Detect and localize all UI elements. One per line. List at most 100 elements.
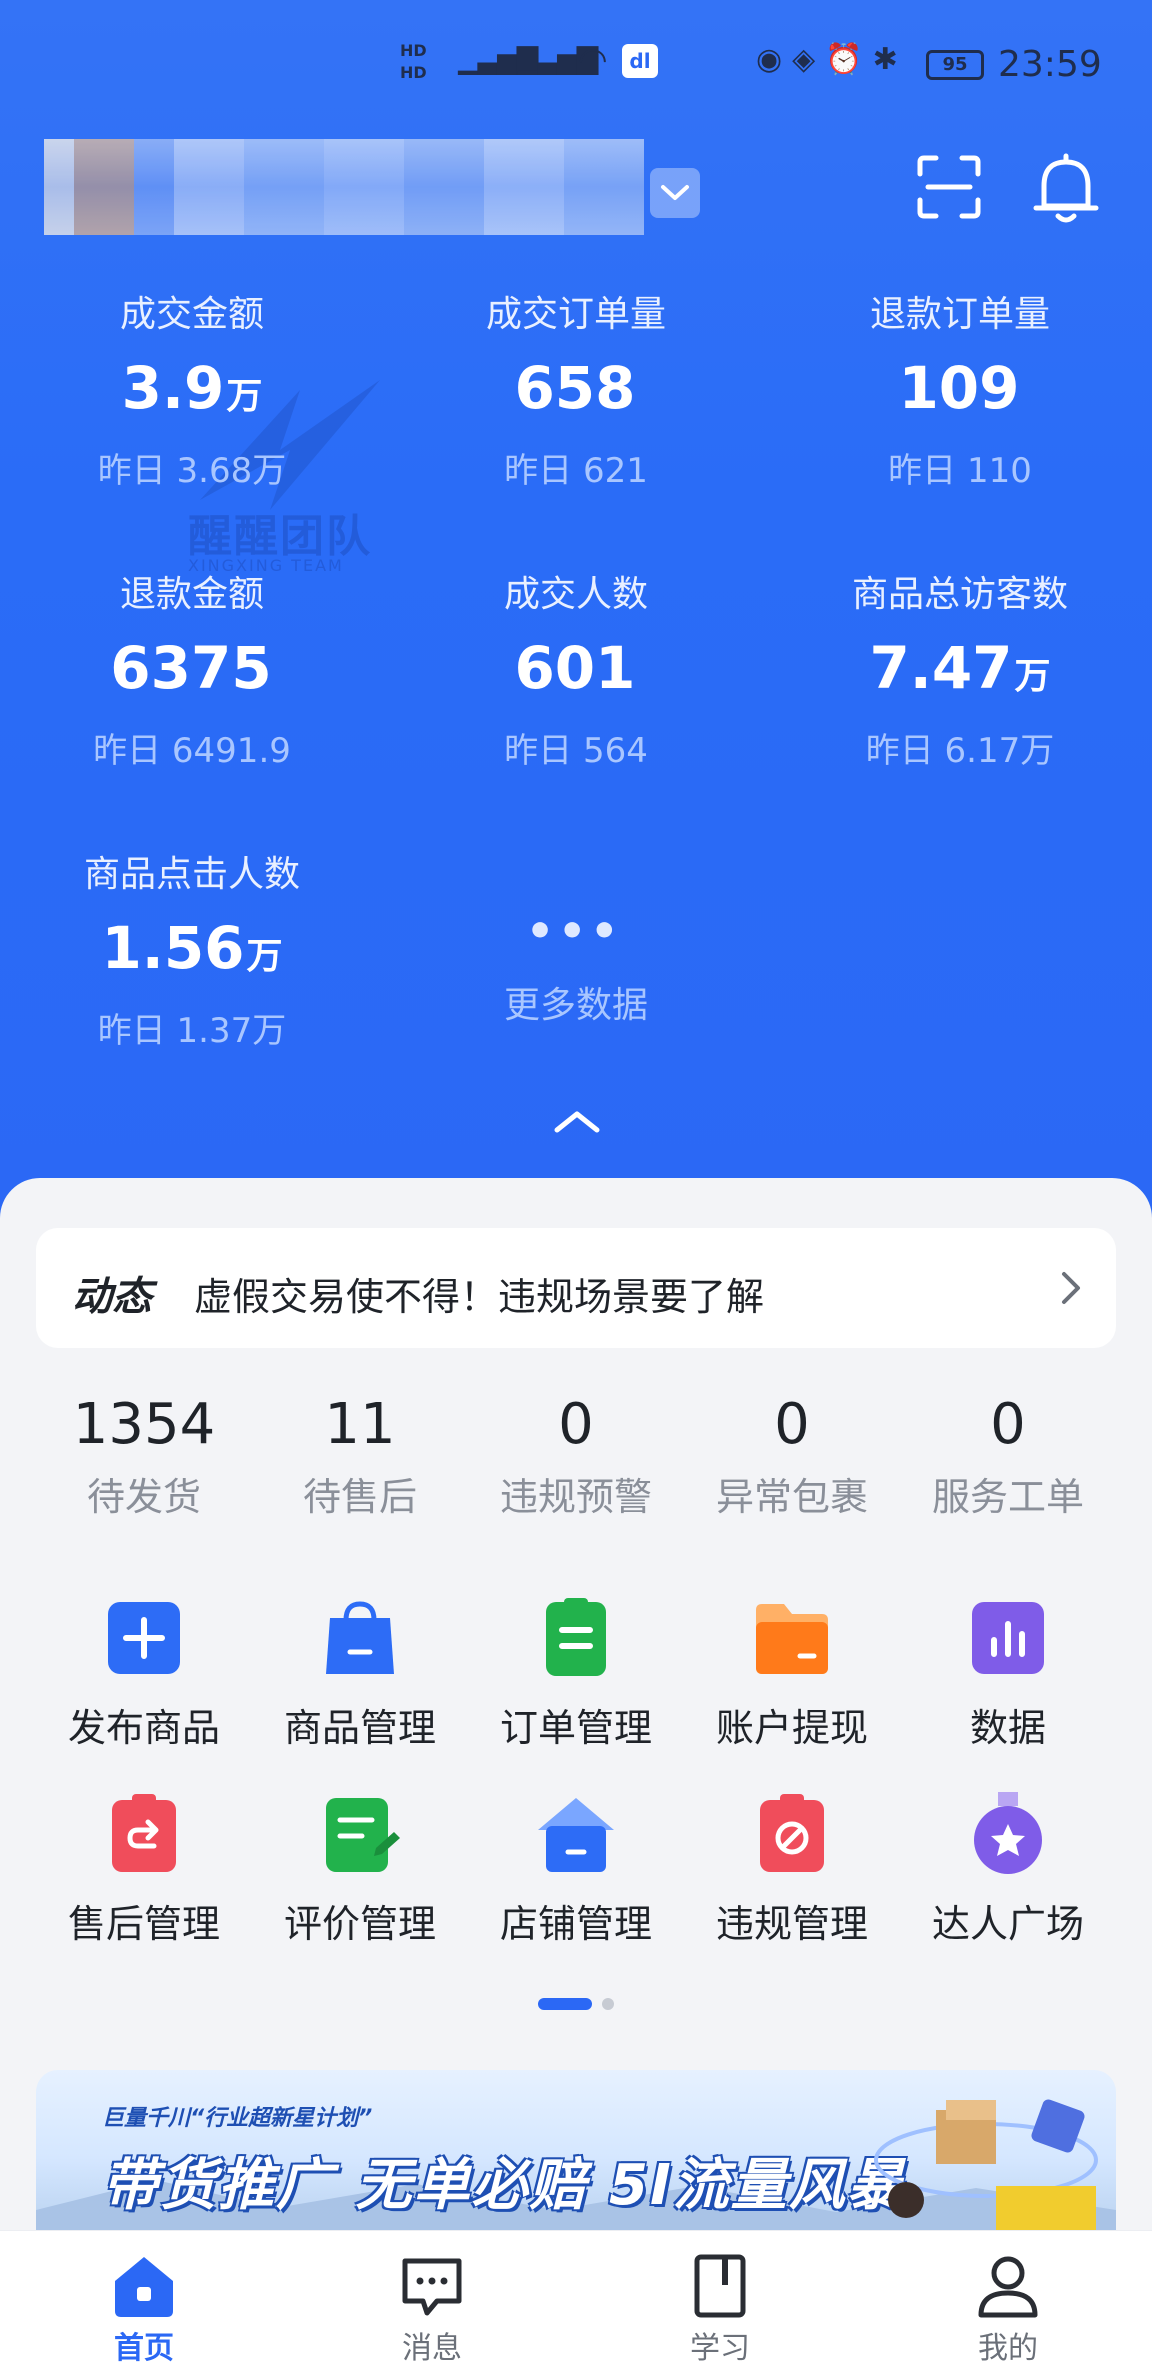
metric-label: 成交金额	[119, 294, 264, 335]
shortcut-product-management[interactable]: 商品管理	[252, 1596, 468, 1754]
clock: 23:59	[998, 44, 1102, 85]
counter-label: 异常包裹	[715, 1475, 868, 1519]
metric-orders[interactable]: 成交订单量 658 昨日 621	[384, 290, 768, 495]
counter-abnormal-package[interactable]: 0 异常包裹	[684, 1390, 900, 1522]
battery-icon: 95	[926, 50, 984, 80]
tab-label: 消息	[402, 2331, 462, 2366]
metric-yesterday: 昨日 6491.9	[93, 731, 291, 771]
news-banner[interactable]: 动态 虚假交易使不得！违规场景要了解	[36, 1228, 1116, 1348]
tab-learning[interactable]: 学习	[576, 2251, 864, 2369]
watermark-text: 醒醒团队	[188, 511, 372, 562]
counter-label: 违规预警	[499, 1475, 652, 1519]
counter-after-sales[interactable]: 11 待售后	[252, 1390, 468, 1522]
shop-name-blurred	[44, 139, 644, 235]
shortcut-violation-management[interactable]: 违规管理	[684, 1792, 900, 1950]
message-icon	[397, 2251, 467, 2321]
bell-icon[interactable]	[1030, 150, 1102, 226]
more-data-link[interactable]: 更多数据	[384, 976, 768, 1028]
page-dot	[602, 1998, 614, 2010]
metric-refund-orders[interactable]: 退款订单量 109 昨日 110	[768, 290, 1152, 495]
system-icons: ◉◈⏰✱	[756, 42, 908, 77]
counter-label: 待售后	[302, 1475, 417, 1519]
shortcut-data[interactable]: 数据	[900, 1596, 1116, 1754]
chevron-up-icon[interactable]	[552, 1106, 602, 1136]
scan-icon[interactable]	[914, 152, 984, 222]
metric-label: 退款订单量	[869, 294, 1050, 335]
counter-value: 0	[558, 1392, 594, 1457]
metric-clicks[interactable]: 商品点击人数 1.56万 昨日 1.37万	[0, 850, 384, 1055]
metric-yesterday: 昨日 110	[888, 451, 1032, 491]
shortcut-label: 数据	[969, 1706, 1046, 1750]
metric-value: 658	[514, 354, 636, 422]
plus-icon	[102, 1596, 186, 1680]
shortcut-review-management[interactable]: 评价管理	[252, 1792, 468, 1950]
tab-profile[interactable]: 我的	[864, 2251, 1152, 2369]
metric-label: 成交订单量	[485, 294, 666, 335]
banner-title: 带货推广 无单必赔 5I流量风暴	[102, 2153, 905, 2218]
metric-value: 6375	[110, 634, 272, 702]
counter-label: 待发货	[86, 1475, 201, 1519]
shortcut-label: 订单管理	[499, 1706, 652, 1750]
metric-label: 商品点击人数	[83, 854, 300, 895]
metric-value: 109	[898, 354, 1020, 422]
metric-yesterday: 昨日 564	[504, 731, 648, 771]
shortcut-order-management[interactable]: 订单管理	[468, 1596, 684, 1754]
shortcut-label: 发布商品	[67, 1706, 220, 1750]
news-tag: 动态	[72, 1274, 152, 1320]
counter-service-tickets[interactable]: 0 服务工单	[900, 1390, 1116, 1522]
chevron-down-icon[interactable]	[650, 168, 700, 218]
counter-violation-warning[interactable]: 0 违规预警	[468, 1390, 684, 1522]
bar-chart-icon	[966, 1596, 1050, 1680]
metric-label: 商品总访客数	[851, 574, 1068, 615]
promo-banner[interactable]: 巨量千川“行业超新星计划” 带货推广 无单必赔 5I流量风暴	[36, 2070, 1116, 2230]
shortcut-influencer-plaza[interactable]: 达人广场	[900, 1792, 1116, 1950]
news-text: 虚假交易使不得！违规场景要了解	[194, 1275, 765, 1319]
counter-value: 0	[774, 1392, 810, 1457]
counter-value: 11	[324, 1392, 396, 1457]
home-icon	[109, 2251, 179, 2321]
shortcut-label: 评价管理	[283, 1902, 436, 1946]
review-pen-icon	[318, 1792, 402, 1876]
metric-yesterday: 昨日 6.17万	[865, 731, 1055, 771]
metric-buyers[interactable]: 成交人数 601 昨日 564	[384, 570, 768, 775]
metric-gmv[interactable]: 成交金额 3.9万 昨日 3.68万	[0, 290, 384, 495]
metric-value: 3.9万	[121, 354, 263, 422]
metric-label: 退款金额	[119, 574, 264, 615]
shortcut-label: 店铺管理	[499, 1902, 652, 1946]
tab-home[interactable]: 首页	[0, 2251, 288, 2369]
return-clipboard-icon	[102, 1792, 186, 1876]
metric-value: 7.47万	[869, 634, 1051, 702]
shortcut-publish-product[interactable]: 发布商品	[36, 1596, 252, 1754]
shortcut-label: 售后管理	[67, 1902, 220, 1946]
book-icon	[685, 2251, 755, 2321]
shortcut-label: 达人广场	[931, 1902, 1084, 1946]
metric-refund-amount[interactable]: 退款金额 6375 昨日 6491.9	[0, 570, 384, 775]
metric-yesterday: 昨日 621	[504, 451, 648, 491]
chevron-right-icon	[1056, 1268, 1086, 1308]
metric-value: 1.56万	[101, 914, 283, 982]
shortcut-account-withdraw[interactable]: 账户提现	[684, 1596, 900, 1754]
metric-visitors[interactable]: 商品总访客数 7.47万 昨日 6.17万	[768, 570, 1152, 775]
metric-yesterday: 昨日 3.68万	[97, 451, 287, 491]
more-dots-icon[interactable]: •••	[526, 906, 622, 957]
banner-products-image	[874, 2099, 1098, 2230]
shop-selector[interactable]	[44, 134, 704, 244]
metric-value: 601	[514, 634, 636, 702]
profile-icon	[973, 2251, 1043, 2321]
store-house-icon	[534, 1792, 618, 1876]
counter-label: 服务工单	[931, 1475, 1084, 1519]
shortcut-label: 违规管理	[715, 1902, 868, 1946]
order-clipboard-icon	[534, 1596, 618, 1680]
metric-yesterday: 昨日 1.37万	[97, 1011, 287, 1051]
shortcut-store-management[interactable]: 店铺管理	[468, 1792, 684, 1950]
dashboard-header: HDHD ▁▃▅▇ ▁▃▅▇ ◠ dl ◉◈⏰✱ 95 23:59 醒醒团队	[0, 0, 1152, 1240]
tab-messages[interactable]: 消息	[288, 2251, 576, 2369]
hd-indicator: HD HD	[400, 41, 427, 82]
counter-value: 0	[990, 1392, 1026, 1457]
counter-pending-shipment[interactable]: 1354 待发货	[36, 1390, 252, 1522]
star-medal-icon	[966, 1792, 1050, 1876]
shortcut-label: 账户提现	[715, 1706, 868, 1750]
bottom-tab-bar: 首页 消息 学习 我的	[0, 2230, 1152, 2376]
shopping-bag-icon	[318, 1596, 402, 1680]
shortcut-after-sales[interactable]: 售后管理	[36, 1792, 252, 1950]
